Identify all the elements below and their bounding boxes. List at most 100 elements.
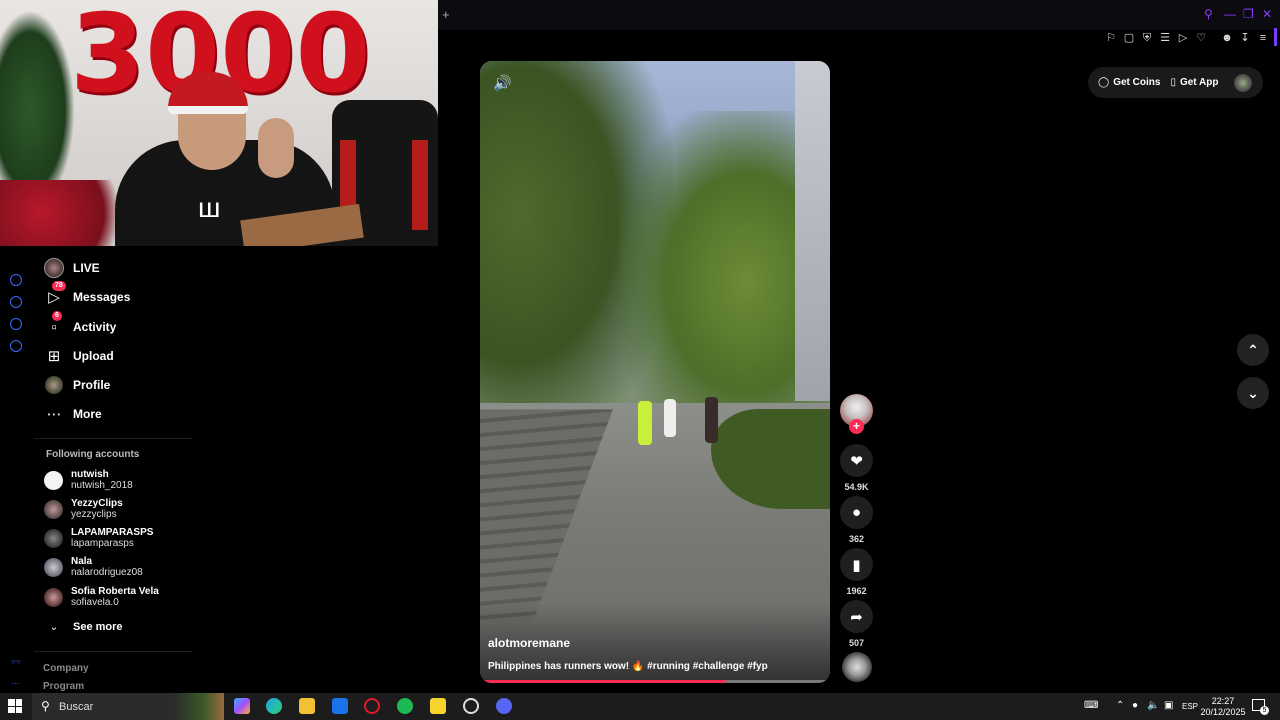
- minimize-icon[interactable]: —: [1224, 7, 1236, 21]
- menu-icon[interactable]: ≡: [1256, 31, 1270, 45]
- video-building: [795, 61, 830, 401]
- get-coins-label: Get Coins: [1113, 77, 1161, 88]
- chevron-up-icon[interactable]: ⌃: [1116, 700, 1124, 711]
- new-tab-button[interactable]: +: [442, 7, 450, 22]
- save-button[interactable]: ▮ 1962: [840, 548, 873, 596]
- nav-item-profile[interactable]: Profile: [44, 373, 204, 397]
- sticky-notes-icon[interactable]: [430, 698, 446, 714]
- translate-icon[interactable]: ☰: [1158, 31, 1172, 45]
- rail-history-icon[interactable]: [10, 296, 22, 308]
- play-icon[interactable]: ▷: [1176, 31, 1190, 45]
- rail-play-icon[interactable]: [10, 274, 22, 286]
- nav-label: Upload: [73, 349, 114, 363]
- language-indicator[interactable]: ESP: [1182, 702, 1198, 711]
- more-icon: ⋯: [46, 406, 62, 423]
- rail-settings-icon[interactable]: [10, 340, 22, 352]
- download-icon[interactable]: ↧: [1238, 31, 1252, 45]
- shirt-logo: ш: [198, 192, 221, 223]
- search-icon[interactable]: ⚲: [1204, 7, 1213, 21]
- like-button[interactable]: ❤ 54.9K: [840, 444, 873, 492]
- nav-item-upload[interactable]: ⊞ Upload: [44, 344, 204, 368]
- save-count: 1962: [846, 586, 867, 596]
- microphone-icon[interactable]: ●: [1132, 700, 1138, 711]
- edge-icon[interactable]: [266, 698, 282, 714]
- shield-icon[interactable]: ⛨: [1140, 31, 1154, 45]
- share-button[interactable]: ➦ 507: [840, 600, 873, 648]
- nav-label: Activity: [73, 320, 117, 334]
- account-name: YezzyClips: [71, 498, 123, 509]
- spotify-icon[interactable]: [397, 698, 413, 714]
- chair-stripe: [412, 140, 428, 230]
- mail-icon[interactable]: [332, 698, 348, 714]
- divider: [34, 438, 192, 439]
- rail-chat-icon[interactable]: [10, 318, 22, 330]
- account-name: Nala: [71, 556, 93, 567]
- nav-item-live[interactable]: LIVE: [44, 256, 204, 280]
- close-icon[interactable]: ✕: [1262, 7, 1272, 21]
- avatar: [44, 557, 63, 577]
- music-disc-icon[interactable]: [842, 652, 872, 682]
- get-coins-button[interactable]: ◯ Get Coins: [1098, 77, 1160, 88]
- discord-icon[interactable]: [496, 698, 512, 714]
- opera-gx-icon[interactable]: [364, 698, 380, 714]
- messages-icon: ▷ 78: [44, 281, 66, 307]
- user-avatar[interactable]: [1234, 73, 1252, 92]
- follow-plus-icon[interactable]: +: [849, 419, 864, 434]
- video-progress-fill: [480, 680, 725, 683]
- get-app-button[interactable]: ▯ Get App: [1170, 77, 1218, 88]
- see-more-button[interactable]: ⌄ See more: [44, 619, 123, 635]
- streamer-hand: [258, 118, 294, 178]
- account-name: nutwish: [71, 469, 109, 480]
- footer-link-program[interactable]: Program: [43, 681, 84, 692]
- notification-count: 5: [1260, 706, 1269, 715]
- runner: [638, 401, 652, 445]
- clock-date: 20/12/2025: [1200, 707, 1246, 717]
- coin-icon: ◯: [1098, 77, 1110, 88]
- nav-label: LIVE: [73, 261, 100, 275]
- rail-menu-icon[interactable]: ⋯: [11, 679, 19, 688]
- divider: [34, 651, 192, 652]
- following-account[interactable]: nutwish nutwish_2018: [44, 467, 204, 493]
- previous-video-button[interactable]: ⌃: [1237, 334, 1269, 366]
- next-video-button[interactable]: ⌄: [1237, 377, 1269, 409]
- windows-start-icon[interactable]: [8, 699, 22, 713]
- account-name: LAPAMPARASPS: [71, 527, 154, 538]
- file-explorer-icon[interactable]: [299, 698, 315, 714]
- heart-icon: ❤: [840, 444, 873, 477]
- following-account[interactable]: LAPAMPARASPS lapamparasps: [44, 525, 204, 551]
- comment-count: 362: [848, 534, 865, 544]
- video-caption: Philippines has runners wow! 🔥 #running …: [488, 661, 768, 672]
- volume-icon[interactable]: 🔈: [1147, 700, 1159, 711]
- account-handle: nalarodriguez08: [71, 567, 143, 578]
- comment-button[interactable]: ● 362: [840, 496, 873, 544]
- following-account[interactable]: Sofia Roberta Vela sofiavela.0: [44, 584, 204, 610]
- pin-icon[interactable]: ⚐: [1104, 31, 1118, 45]
- clock[interactable]: 22:27 20/12/2025: [1200, 696, 1246, 718]
- restore-icon[interactable]: ❐: [1243, 7, 1254, 21]
- rail-more-icon[interactable]: ○○: [11, 657, 21, 666]
- network-icon[interactable]: ▣: [1164, 700, 1173, 711]
- video-author[interactable]: alotmoremane: [488, 636, 570, 650]
- account-handle: nutwish_2018: [71, 480, 133, 491]
- copilot-icon[interactable]: [234, 698, 250, 714]
- nav-label: Profile: [73, 378, 111, 392]
- nav-item-activity[interactable]: ▫ 6 Activity: [44, 311, 204, 339]
- obs-icon[interactable]: [463, 698, 479, 714]
- following-account[interactable]: YezzyClips yezzyclips: [44, 496, 204, 522]
- screenshot-icon[interactable]: ▢: [1122, 31, 1136, 45]
- heart-icon[interactable]: ♡: [1194, 31, 1208, 45]
- nav-item-more[interactable]: ⋯ More: [44, 402, 204, 426]
- keyboard-icon[interactable]: ⌨: [1084, 700, 1098, 711]
- taskbar-search[interactable]: ⚲ Buscar: [32, 693, 224, 720]
- footer-link-company[interactable]: Company: [43, 663, 89, 674]
- volume-icon[interactable]: 🔊: [493, 74, 512, 92]
- account-handle: yezzyclips: [71, 509, 117, 520]
- activity-icon: ▫ 6: [44, 311, 64, 337]
- chevron-down-icon: ⌄: [49, 621, 59, 633]
- account-name: Sofia Roberta Vela: [71, 586, 159, 597]
- video-player[interactable]: 🔊 alotmoremane Philippines has runners w…: [480, 61, 830, 683]
- nav-item-messages[interactable]: ▷ 78 Messages: [44, 281, 204, 309]
- account-icon[interactable]: ☻: [1220, 31, 1234, 45]
- video-progress-bar[interactable]: [480, 680, 830, 683]
- following-account[interactable]: Nala nalarodriguez08: [44, 554, 204, 580]
